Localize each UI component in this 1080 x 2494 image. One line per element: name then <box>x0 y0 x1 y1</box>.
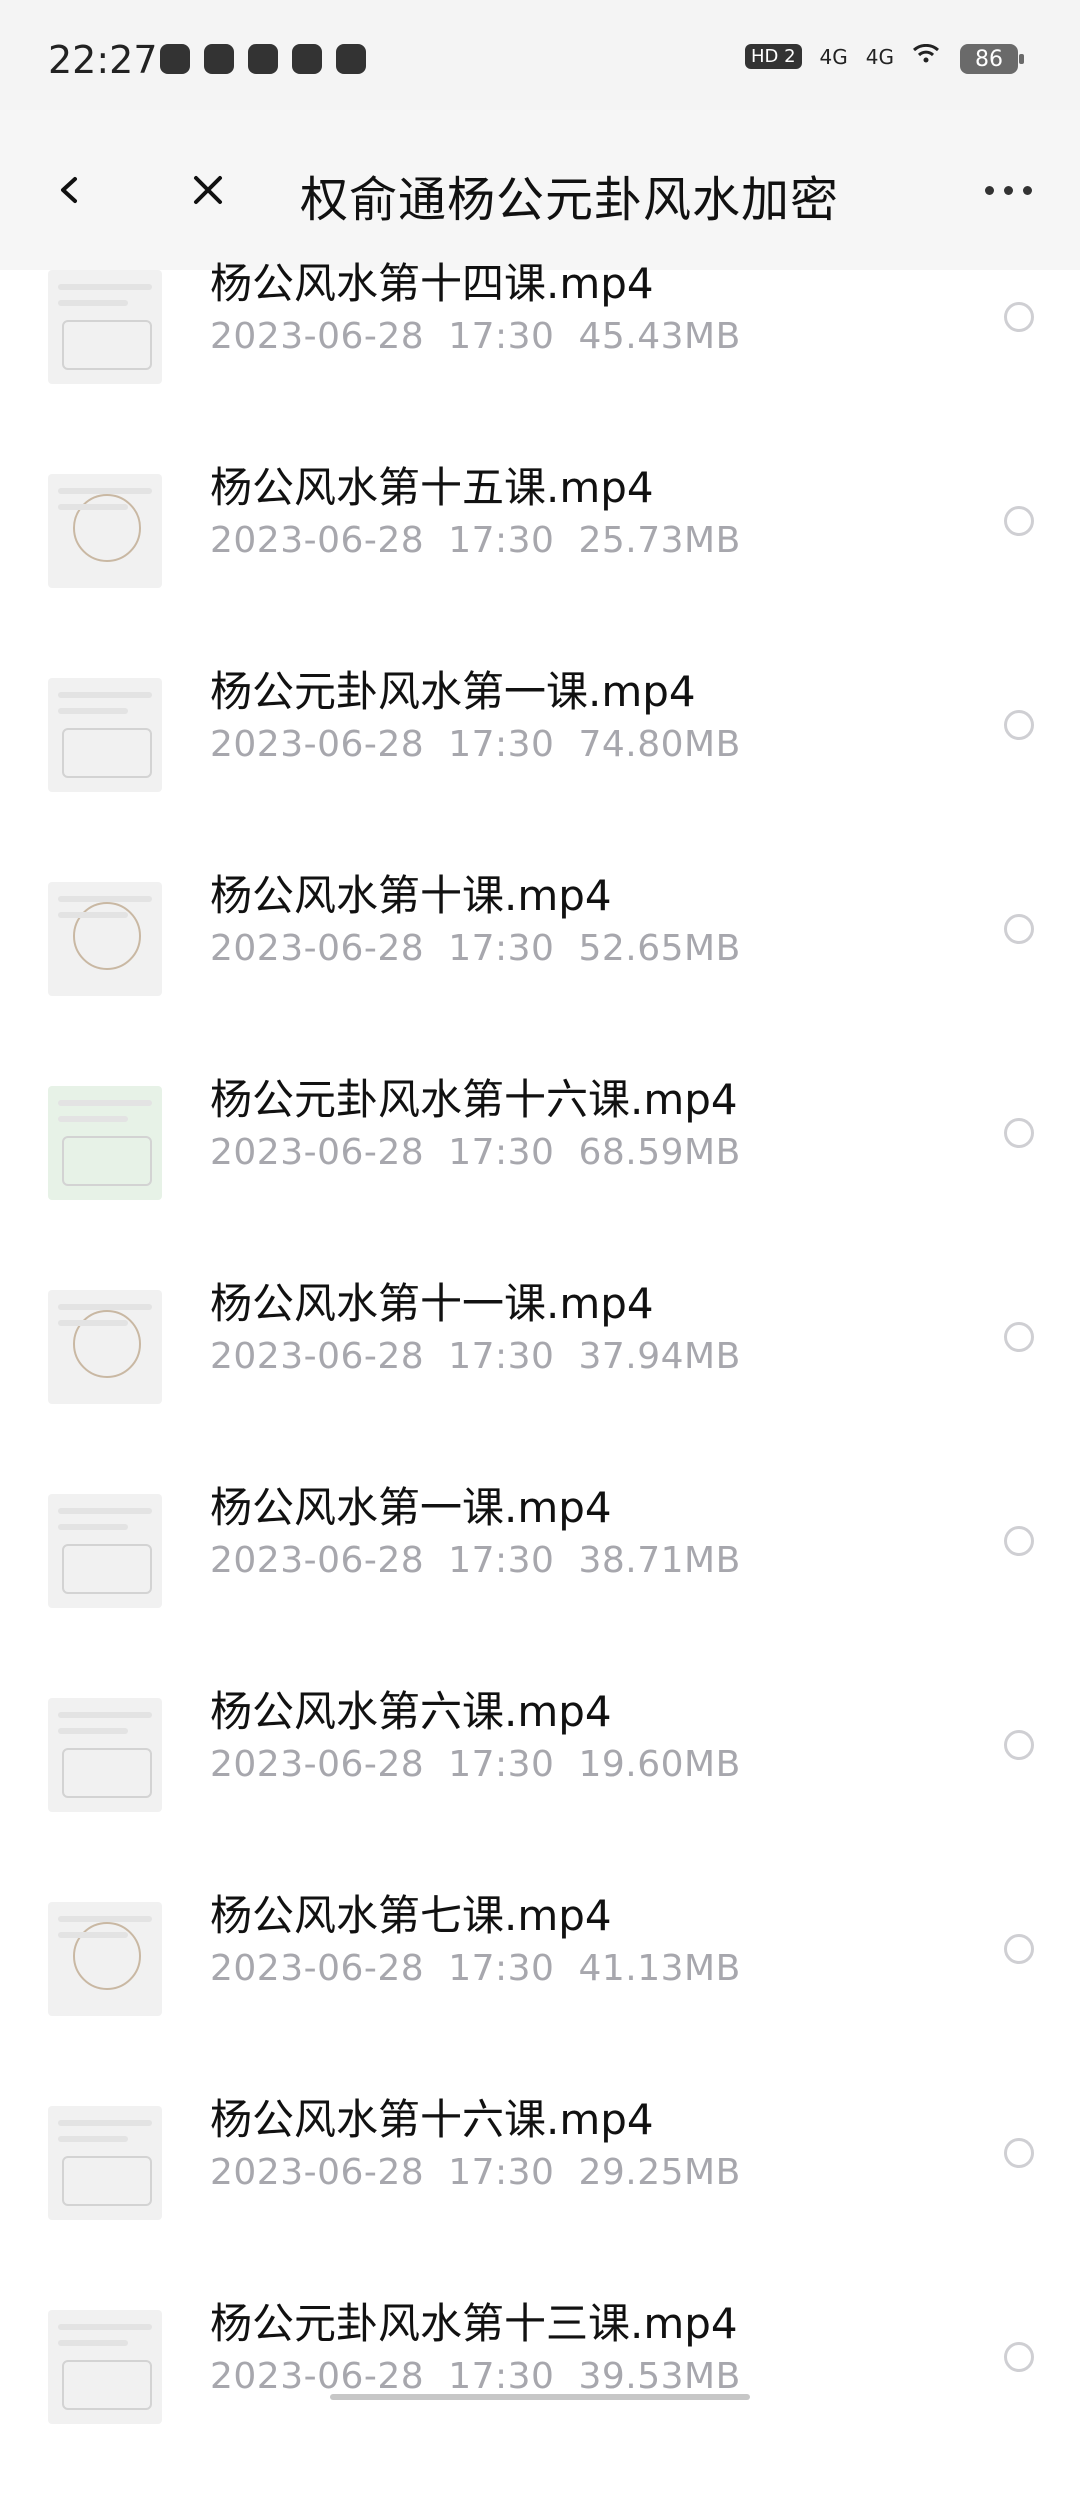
file-name: 杨公元卦风水第十三课.mp4 <box>210 2299 738 2348</box>
file-name: 杨公风水第七课.mp4 <box>210 1891 612 1940</box>
file-name: 杨公风水第十六课.mp4 <box>210 2095 654 2144</box>
video-thumbnail <box>48 474 162 588</box>
file-meta: 2023-06-28 17:30 68.59MB <box>210 1132 741 1173</box>
more-horizontal-icon[interactable] <box>972 162 1044 218</box>
select-radio[interactable] <box>1004 1730 1034 1760</box>
close-icon[interactable] <box>178 160 238 220</box>
video-thumbnail <box>48 2310 162 2424</box>
dot <box>1022 185 1032 195</box>
video-thumbnail <box>48 1698 162 1812</box>
video-thumbnail <box>48 678 162 792</box>
file-name: 杨公风水第十五课.mp4 <box>210 463 654 512</box>
app-notification-icon <box>292 44 322 74</box>
select-radio[interactable] <box>1004 2138 1034 2168</box>
video-thumbnail <box>48 1902 162 2016</box>
select-radio[interactable] <box>1004 302 1034 332</box>
battery-icon: 86 <box>960 44 1024 74</box>
list-item[interactable]: 杨公风水第十一课.mp4 2023-06-28 17:30 37.94MB <box>0 1270 1080 1474</box>
file-meta: 2023-06-28 17:30 25.73MB <box>210 520 741 561</box>
list-item[interactable]: 杨公风水第一课.mp4 2023-06-28 17:30 38.71MB <box>0 1474 1080 1678</box>
app-notification-icon <box>204 44 234 74</box>
list-item[interactable]: 杨公风水第七课.mp4 2023-06-28 17:30 41.13MB <box>0 1882 1080 2086</box>
chat-notification-icon <box>336 44 366 74</box>
notification-icons <box>160 44 366 74</box>
list-item[interactable]: 杨公风水第十课.mp4 2023-06-28 17:30 52.65MB <box>0 862 1080 1066</box>
video-thumbnail <box>48 1290 162 1404</box>
file-meta: 2023-06-28 17:30 39.53MB <box>210 2356 741 2397</box>
signal-4g-icon: 4G <box>819 44 848 69</box>
file-name: 杨公风水第一课.mp4 <box>210 1483 612 1532</box>
file-name: 杨公风水第十一课.mp4 <box>210 1279 654 1328</box>
file-name: 杨公风水第六课.mp4 <box>210 1687 612 1736</box>
select-radio[interactable] <box>1004 1934 1034 1964</box>
list-item[interactable]: 杨公元卦风水第十六课.mp4 2023-06-28 17:30 68.59MB <box>0 1066 1080 1270</box>
list-item[interactable]: 杨公风水第十四课.mp4 2023-06-28 17:30 45.43MB <box>0 250 1080 454</box>
status-bar: 22:27 HD 2 4G 4G 86 <box>0 0 1080 110</box>
file-meta: 2023-06-28 17:30 52.65MB <box>210 928 741 969</box>
wifi-icon <box>912 43 940 69</box>
signal-area: HD 2 4G 4G <box>744 43 940 69</box>
file-list: 杨公风水第十四课.mp4 2023-06-28 17:30 45.43MB 杨公风水… <box>0 250 1080 2494</box>
select-radio[interactable] <box>1004 1526 1034 1556</box>
chevron-left-icon[interactable] <box>40 160 100 220</box>
file-meta: 2023-06-28 17:30 19.60MB <box>210 1744 741 1785</box>
file-meta: 2023-06-28 17:30 38.71MB <box>210 1540 741 1581</box>
list-item[interactable]: 杨公风水第六课.mp4 2023-06-28 17:30 19.60MB <box>0 1678 1080 1882</box>
select-radio[interactable] <box>1004 2342 1034 2372</box>
hd-icon: HD 2 <box>744 44 802 69</box>
list-item[interactable]: 杨公风水第十五课.mp4 2023-06-28 17:30 25.73MB <box>0 454 1080 658</box>
select-radio[interactable] <box>1004 1118 1034 1148</box>
app-notification-icon <box>160 44 190 74</box>
dot <box>984 185 994 195</box>
video-thumbnail <box>48 1494 162 1608</box>
dot <box>1003 185 1013 195</box>
list-item[interactable]: 杨公风水第十六课.mp4 2023-06-28 17:30 29.25MB <box>0 2086 1080 2290</box>
file-meta: 2023-06-28 17:30 45.43MB <box>210 316 741 357</box>
list-item[interactable]: 杨公元卦风水第一课.mp4 2023-06-28 17:30 74.80MB <box>0 658 1080 862</box>
select-radio[interactable] <box>1004 1322 1034 1352</box>
top-nav-bar: 权俞通杨公元卦风水加密 <box>0 110 1080 270</box>
file-meta: 2023-06-28 17:30 29.25MB <box>210 2152 741 2193</box>
file-meta: 2023-06-28 17:30 41.13MB <box>210 1948 741 1989</box>
list-item[interactable]: 杨公元卦风水第十三课.mp4 2023-06-28 17:30 39.53MB <box>0 2290 1080 2494</box>
video-thumbnail <box>48 1086 162 1200</box>
file-meta: 2023-06-28 17:30 74.80MB <box>210 724 741 765</box>
file-name: 杨公元卦风水第十六课.mp4 <box>210 1075 738 1124</box>
select-radio[interactable] <box>1004 506 1034 536</box>
page-title: 权俞通杨公元卦风水加密 <box>300 172 840 228</box>
video-thumbnail <box>48 882 162 996</box>
select-radio[interactable] <box>1004 710 1034 740</box>
video-thumbnail <box>48 270 162 384</box>
file-name: 杨公风水第十四课.mp4 <box>210 259 654 308</box>
file-meta: 2023-06-28 17:30 37.94MB <box>210 1336 741 1377</box>
select-radio[interactable] <box>1004 914 1034 944</box>
signal-4g-icon: 4G <box>865 44 894 69</box>
file-name: 杨公元卦风水第一课.mp4 <box>210 667 696 716</box>
home-indicator <box>330 2394 750 2400</box>
app-notification-icon <box>248 44 278 74</box>
status-time: 22:27 <box>48 38 158 82</box>
file-name: 杨公风水第十课.mp4 <box>210 871 612 920</box>
video-thumbnail <box>48 2106 162 2220</box>
